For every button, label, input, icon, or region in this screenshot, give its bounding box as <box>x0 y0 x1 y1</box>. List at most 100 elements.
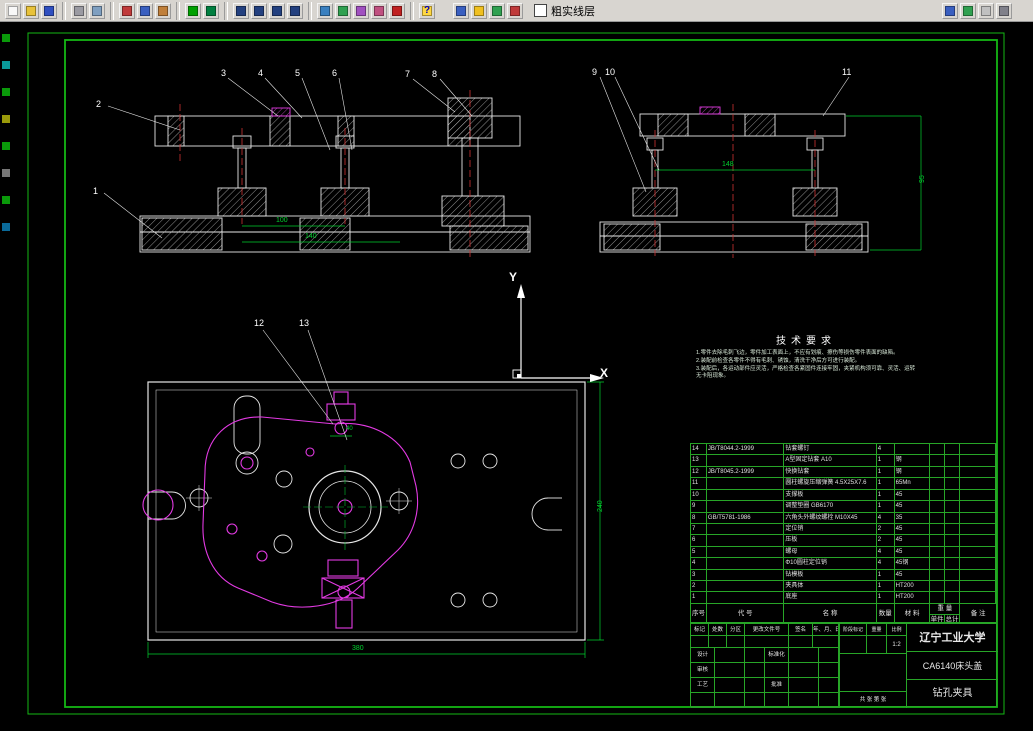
bom-cell-name: 调整垫圈 GB6170 <box>784 501 877 513</box>
edge-marker <box>2 223 10 231</box>
edge-marker <box>2 34 10 42</box>
titleblock-cell <box>745 678 765 693</box>
print-preview-icon[interactable] <box>89 2 105 19</box>
bulb-icon[interactable] <box>471 2 487 19</box>
bom-cell-w2 <box>945 546 961 559</box>
title-block-icon[interactable] <box>353 2 369 19</box>
layer-selector[interactable]: 粗实线层 <box>534 3 595 19</box>
bom-cell-w1 <box>930 455 946 467</box>
bom-cell-w1 <box>930 569 946 582</box>
bom-cell-qty: 1 <box>876 501 895 513</box>
titleblock-cell: 设计 <box>691 648 715 663</box>
bom-row: 1 底座 1 HT200 <box>691 592 996 604</box>
bom-cell-name: 螺母 <box>784 546 877 559</box>
layer-manager-icon[interactable] <box>942 2 958 19</box>
bom-cell-code: GB/T5781-1986 <box>706 512 785 524</box>
bom-cell-material <box>894 444 931 456</box>
bom-cell-note <box>960 581 996 593</box>
save-icon[interactable] <box>41 2 57 19</box>
bom-cell-w2 <box>945 455 961 467</box>
titleblock-cell <box>691 693 715 708</box>
edge-marker <box>2 61 10 69</box>
side-view[interactable] <box>599 106 869 253</box>
bom-cell-qty: 4 <box>876 546 895 559</box>
bom-cell-note <box>960 444 996 456</box>
zoom-out-icon[interactable] <box>251 2 267 19</box>
bom-cell-qty: 1 <box>876 581 895 593</box>
plan-view[interactable] <box>147 381 586 641</box>
bom-row: 3 钻模板 1 45 <box>691 569 996 582</box>
bom-cell-material: 钢 <box>894 466 931 479</box>
bom-row: 2 夹具体 1 HT200 <box>691 581 996 593</box>
open-file-icon[interactable] <box>23 2 39 19</box>
dynamic-zoom-icon[interactable] <box>489 2 505 19</box>
bom-cell-code <box>706 558 785 570</box>
titleblock-sign-row-check: 审核 <box>691 663 839 678</box>
bom-cell-note <box>960 558 996 570</box>
new-file-icon[interactable] <box>5 2 21 19</box>
toolbar-view-icons <box>452 2 524 19</box>
bom-cell-name: 支撑板 <box>784 489 877 502</box>
bom-row: 13 A型固定钻套 A10 1 钢 <box>691 455 996 467</box>
toolbar-layer-icons <box>941 2 1013 19</box>
bom-row: 14 JB/T8044.2-1999 钻套螺钉 4 <box>691 444 996 456</box>
scale-value: 1:2 <box>887 636 906 654</box>
undo-icon[interactable] <box>185 2 201 19</box>
bom-header-material: 材 料 <box>895 604 931 624</box>
plan-view-workpiece-outline[interactable] <box>142 391 419 629</box>
titleblock-cell <box>715 648 745 663</box>
bom-cell-w1 <box>930 523 946 536</box>
technical-requirements-title: 技术要求 <box>776 336 836 347</box>
layer-color-icon[interactable] <box>507 2 523 19</box>
titleblock-rev-labels: 标记 处数 分区 更改文件号 签名 年、月、日 <box>691 624 839 636</box>
callout-11: 11 <box>842 67 852 77</box>
titleblock-cell <box>715 678 745 693</box>
zoom-window-icon[interactable] <box>269 2 285 19</box>
bom-cell-note <box>960 546 996 559</box>
calculator-icon[interactable] <box>389 2 405 19</box>
settings-icon[interactable] <box>996 2 1012 19</box>
bom-header-no: 序号 <box>691 604 707 624</box>
callout-5: 5 <box>295 68 301 78</box>
bom-cell-name: 快换钻套 <box>784 466 877 479</box>
callout-7: 7 <box>405 69 411 79</box>
front-view[interactable] <box>139 97 531 253</box>
bom-table-icon[interactable] <box>335 2 351 19</box>
bom-cell-material: 45钢 <box>894 558 931 570</box>
palette-icon[interactable] <box>978 2 994 19</box>
callout-9: 9 <box>592 67 598 77</box>
copy-icon[interactable] <box>137 2 153 19</box>
edge-marker-strip <box>1 34 13 250</box>
zoom-in-icon[interactable] <box>233 2 249 19</box>
bom-cell-material: 45 <box>894 523 931 536</box>
bom-row: 12 JB/T8045.2-1999 快换钻套 1 钢 <box>691 466 996 479</box>
pick-arrow-icon[interactable] <box>453 2 469 19</box>
print-icon[interactable] <box>71 2 87 19</box>
bom-cell-no: 10 <box>691 489 707 502</box>
bom-cell-w1 <box>930 558 946 570</box>
help-icon[interactable]: ? <box>419 2 435 19</box>
bom-cell-name: 圆柱螺旋压缩弹簧 4.5X25X7.6 <box>784 478 877 490</box>
plan-view-centerlines <box>303 465 389 551</box>
titleblock-sign-row-design: 设计 标准化 <box>691 648 839 663</box>
insert-image-icon[interactable] <box>371 2 387 19</box>
title-block-revision-area: 标记 处数 分区 更改文件号 签名 年、月、日 设计 标准化 审核 工艺 批准 <box>691 624 839 708</box>
bom-cell-code <box>706 592 785 604</box>
new-layer-icon[interactable] <box>960 2 976 19</box>
cut-icon[interactable] <box>119 2 135 19</box>
spec-table-icon[interactable] <box>317 2 333 19</box>
bom-cell-note <box>960 535 996 547</box>
paste-icon[interactable] <box>155 2 171 19</box>
bom-cell-name: 压板 <box>784 535 877 547</box>
bom-cell-w2 <box>945 569 961 582</box>
zoom-all-icon[interactable] <box>287 2 303 19</box>
bom-cell-no: 6 <box>691 535 707 547</box>
bom-cell-code: JB/T8045.2-1999 <box>706 466 785 479</box>
callout-8: 8 <box>432 69 438 79</box>
coordinate-axes <box>512 284 604 382</box>
bom-cell-qty: 1 <box>876 489 895 502</box>
bom-cell-w2 <box>945 535 961 547</box>
technical-requirements: 技术要求 1.零件去除毛刺飞边，零件加工表面上，不应有划痕、擦伤等损伤零件表面的… <box>696 332 916 380</box>
bom-cell-note <box>960 592 996 604</box>
redo-icon[interactable] <box>203 2 219 19</box>
